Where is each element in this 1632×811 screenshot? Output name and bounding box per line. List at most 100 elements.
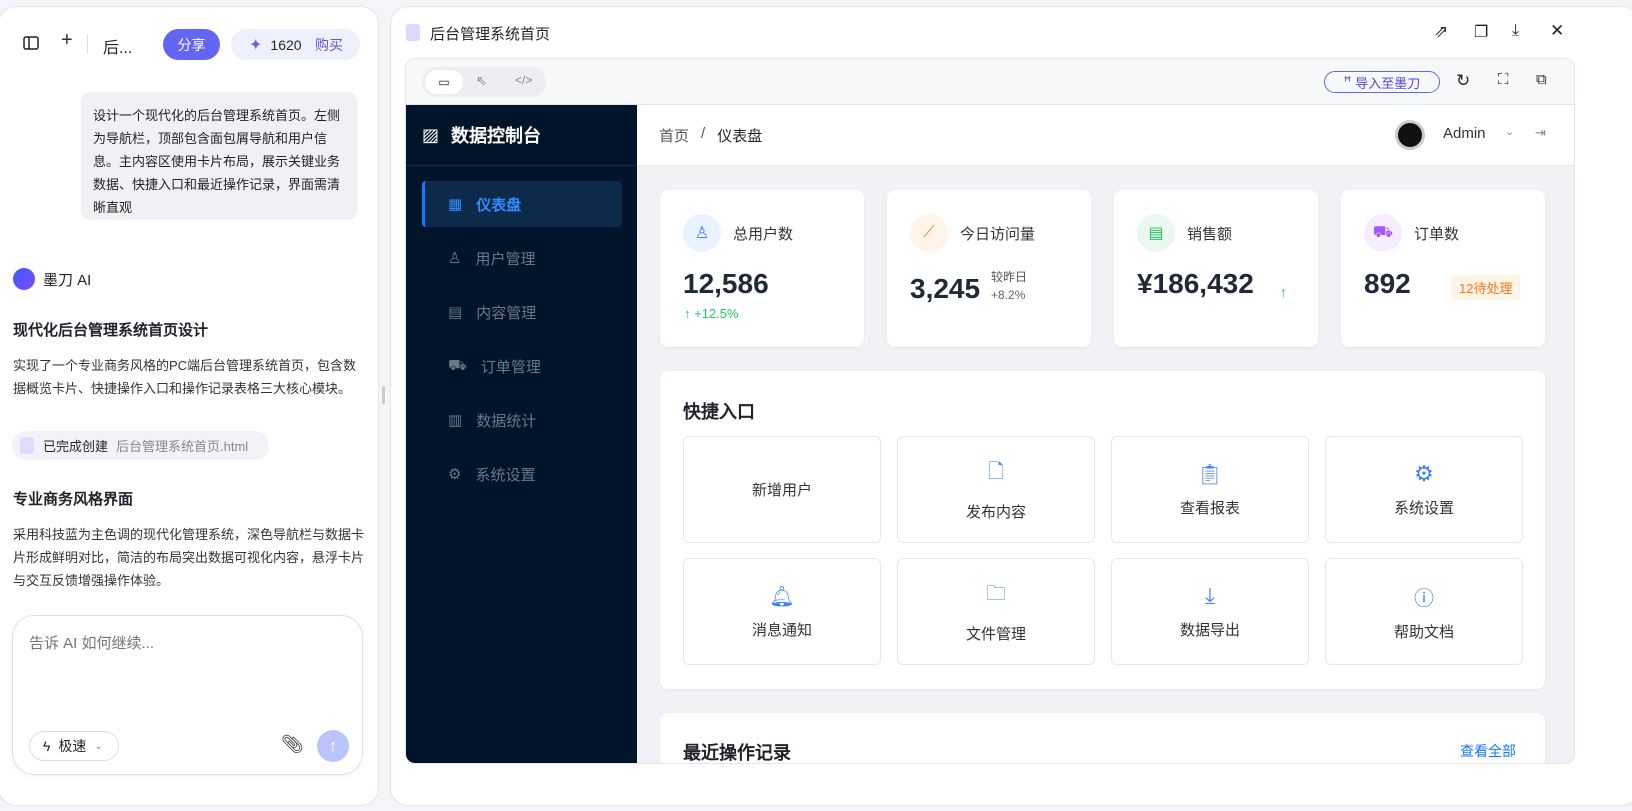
stat-change: +8.2% (991, 288, 1026, 302)
import-button[interactable]: ꟸ 导入至墨刀 (1324, 71, 1440, 93)
credits-pill[interactable]: ✦ 1620 购买 (231, 29, 360, 60)
line-chart-icon: ⟋ (910, 214, 948, 252)
open-external-icon[interactable]: ⧉ (1536, 71, 1547, 88)
stat-note: 较昨日 (991, 270, 1028, 284)
response-paragraph-2: 采用科技蓝为主色调的现代化管理系统，深色导航栏与数据卡片形成鲜明对比，简洁的布局… (13, 527, 365, 588)
preview-frame: ▭ ⇖ </> ꟸ 导入至墨刀 ↻ ⛶ ⧉ ▨ 数据控制台 ▦ 仪表盘 ♙ 用户管理 ▤… (405, 58, 1575, 764)
nav-content[interactable]: ▤ 内容管理 (422, 289, 622, 335)
file-plus-icon: 🗋︎ (987, 461, 1005, 483)
chart-logo-icon: ▨ (422, 124, 440, 145)
new-chat-icon[interactable]: + (61, 29, 73, 52)
sidebar-toggle-icon[interactable] (21, 33, 41, 53)
user-name[interactable]: Admin (1443, 125, 1486, 142)
avatar[interactable] (1395, 120, 1425, 150)
nav-label: 订单管理 (480, 358, 541, 376)
copy-icon[interactable]: ❐ (1474, 22, 1488, 42)
nav-users[interactable]: ♙ 用户管理 (422, 235, 622, 281)
folder-icon: 🗀 (986, 583, 1006, 605)
section-title: 最近操作记录 (683, 743, 791, 763)
preview-view-icon[interactable]: ▭ (425, 70, 463, 94)
tile-label: 查看报表 (1179, 499, 1240, 517)
quick-export[interactable]: ⤓ 数据导出 (1111, 558, 1309, 665)
send-button[interactable]: ↑ (317, 730, 349, 762)
app-sidebar: ▨ 数据控制台 ▦ 仪表盘 ♙ 用户管理 ▤ 内容管理 ⛟ 订单管理 ▥ 数据统计 ⚙ 系统设… (406, 105, 637, 763)
preview-toolbar: ▭ ⇖ </> ꟸ 导入至墨刀 ↻ ⛶ ⧉ (406, 59, 1574, 105)
chat-input[interactable] (29, 632, 349, 712)
user-icon: ♙ (448, 250, 462, 267)
quick-add-user[interactable]: 新增用户 (683, 436, 881, 543)
response-heading-2: 专业商务风格界面 (13, 491, 134, 508)
response-paragraph: 实现了一个专业商务风格的PC端后台管理系统首页，包含数据概览卡片、快捷操作入口和… (13, 358, 357, 396)
nav-orders[interactable]: ⛟ 订单管理 (422, 343, 622, 389)
view-mode-switch: ▭ ⇖ </> (422, 67, 546, 97)
quick-report[interactable]: 📋︎ 查看报表 (1111, 436, 1309, 543)
file-icon (406, 24, 420, 41)
quick-notifications[interactable]: 🔔︎ 消息通知 (683, 558, 881, 665)
attach-icon[interactable]: 📎︎ (281, 734, 304, 755)
quick-files[interactable]: 🗀 文件管理 (897, 558, 1095, 665)
share-button[interactable]: 分享 (163, 29, 220, 60)
stat-card-visits: ⟋ 今日访问量 3,245 较昨日 +8.2% (887, 190, 1091, 347)
money-icon: ▤ (1137, 214, 1175, 252)
chip-filename: 后台管理系统首页.html (116, 439, 249, 454)
ai-logo-icon (13, 268, 35, 290)
nav-label: 用户管理 (475, 250, 536, 268)
buy-link[interactable]: 购买 (315, 35, 343, 55)
close-icon[interactable]: ✕ (1550, 21, 1564, 41)
code-icon[interactable]: </> (515, 73, 532, 87)
download-icon[interactable]: ⤓ (1512, 22, 1519, 40)
stat-card-sales: ▤ 销售额 ¥186,432 ↑ (1114, 190, 1318, 347)
mode-select[interactable]: ϟ 极速 ⌄ (29, 731, 119, 761)
nav-label: 仪表盘 (476, 196, 522, 214)
download-icon: ⤓ (1205, 583, 1215, 608)
chat-title: 后... (103, 40, 133, 57)
nav-statistics[interactable]: ▥ 数据统计 (422, 397, 622, 443)
fullscreen-icon[interactable]: ⛶ (1498, 71, 1509, 88)
share-icon[interactable]: ⇗ (1434, 22, 1448, 42)
app-header: 首页 / 仪表盘 Admin ⌄ ⇥ (637, 105, 1574, 166)
pending-badge: 12待处理 (1451, 275, 1521, 300)
select-pointer-icon[interactable]: ⇖ (476, 73, 487, 89)
stat-label: 总用户数 (733, 226, 794, 243)
stat-card-orders: ⛟ 订单数 892 12待处理 (1341, 190, 1545, 347)
divider (87, 35, 88, 53)
section-title: 快捷入口 (683, 402, 755, 422)
user-icon: ♙ (683, 214, 721, 252)
resize-handle[interactable] (382, 386, 385, 404)
bar-chart-icon: ▥ (448, 412, 463, 429)
import-label: 导入至墨刀 (1355, 75, 1421, 91)
nav-dashboard[interactable]: ▦ 仪表盘 (422, 181, 622, 227)
cart-icon: ⛟ (448, 356, 467, 374)
chevron-down-icon: ⌄ (94, 740, 103, 752)
tile-label: 系统设置 (1393, 500, 1454, 517)
recent-activity-card: 最近操作记录 查看全部 (660, 713, 1545, 763)
stat-label: 今日访问量 (960, 226, 1036, 243)
tile-label: 发布内容 (965, 504, 1026, 521)
tile-label: 消息通知 (751, 621, 812, 639)
chip-status: 已完成创建 (43, 439, 109, 454)
chat-panel: + 后... 分享 ✦ 1620 购买 设计一个现代化的后台管理系统首页。左侧为… (0, 6, 379, 806)
preview-title: 后台管理系统首页 (430, 26, 551, 43)
view-all-link[interactable]: 查看全部 (1460, 741, 1516, 761)
help-icon: ⓘ (1414, 587, 1434, 610)
chat-input-box: ϟ 极速 ⌄ 📎︎ ↑ (12, 615, 363, 775)
quick-settings[interactable]: ⚙ 系统设置 (1325, 436, 1523, 543)
logout-icon[interactable]: ⇥ (1535, 125, 1546, 141)
refresh-icon[interactable]: ↻ (1456, 71, 1470, 91)
quick-help[interactable]: ⓘ 帮助文档 (1325, 558, 1523, 665)
breadcrumb: 首页 / 仪表盘 (659, 125, 762, 146)
stat-change: ↑ (1280, 284, 1287, 300)
quick-publish[interactable]: 🗋︎ 发布内容 (897, 436, 1095, 543)
file-chip[interactable]: 已完成创建 后台管理系统首页.html (12, 431, 269, 460)
sparkle-icon: ✦ (249, 36, 263, 54)
quick-entry-card: 快捷入口 新增用户 🗋︎ 发布内容 📋︎ 查看报表 ⚙ 系统设置 🔔︎ 消息通知 🗀 文件… (660, 371, 1545, 689)
stat-change: ↑ +12.5% (684, 306, 739, 321)
nav-settings[interactable]: ⚙ 系统设置 (422, 451, 622, 497)
gear-icon: ⚙ (448, 466, 462, 483)
mode-label: 极速 (58, 738, 87, 754)
stat-value: 12,586 (683, 268, 769, 299)
document-icon: ▤ (448, 304, 463, 321)
breadcrumb-home[interactable]: 首页 (659, 125, 689, 146)
chevron-down-icon[interactable]: ⌄ (1505, 125, 1514, 138)
tile-label: 帮助文档 (1393, 623, 1454, 641)
